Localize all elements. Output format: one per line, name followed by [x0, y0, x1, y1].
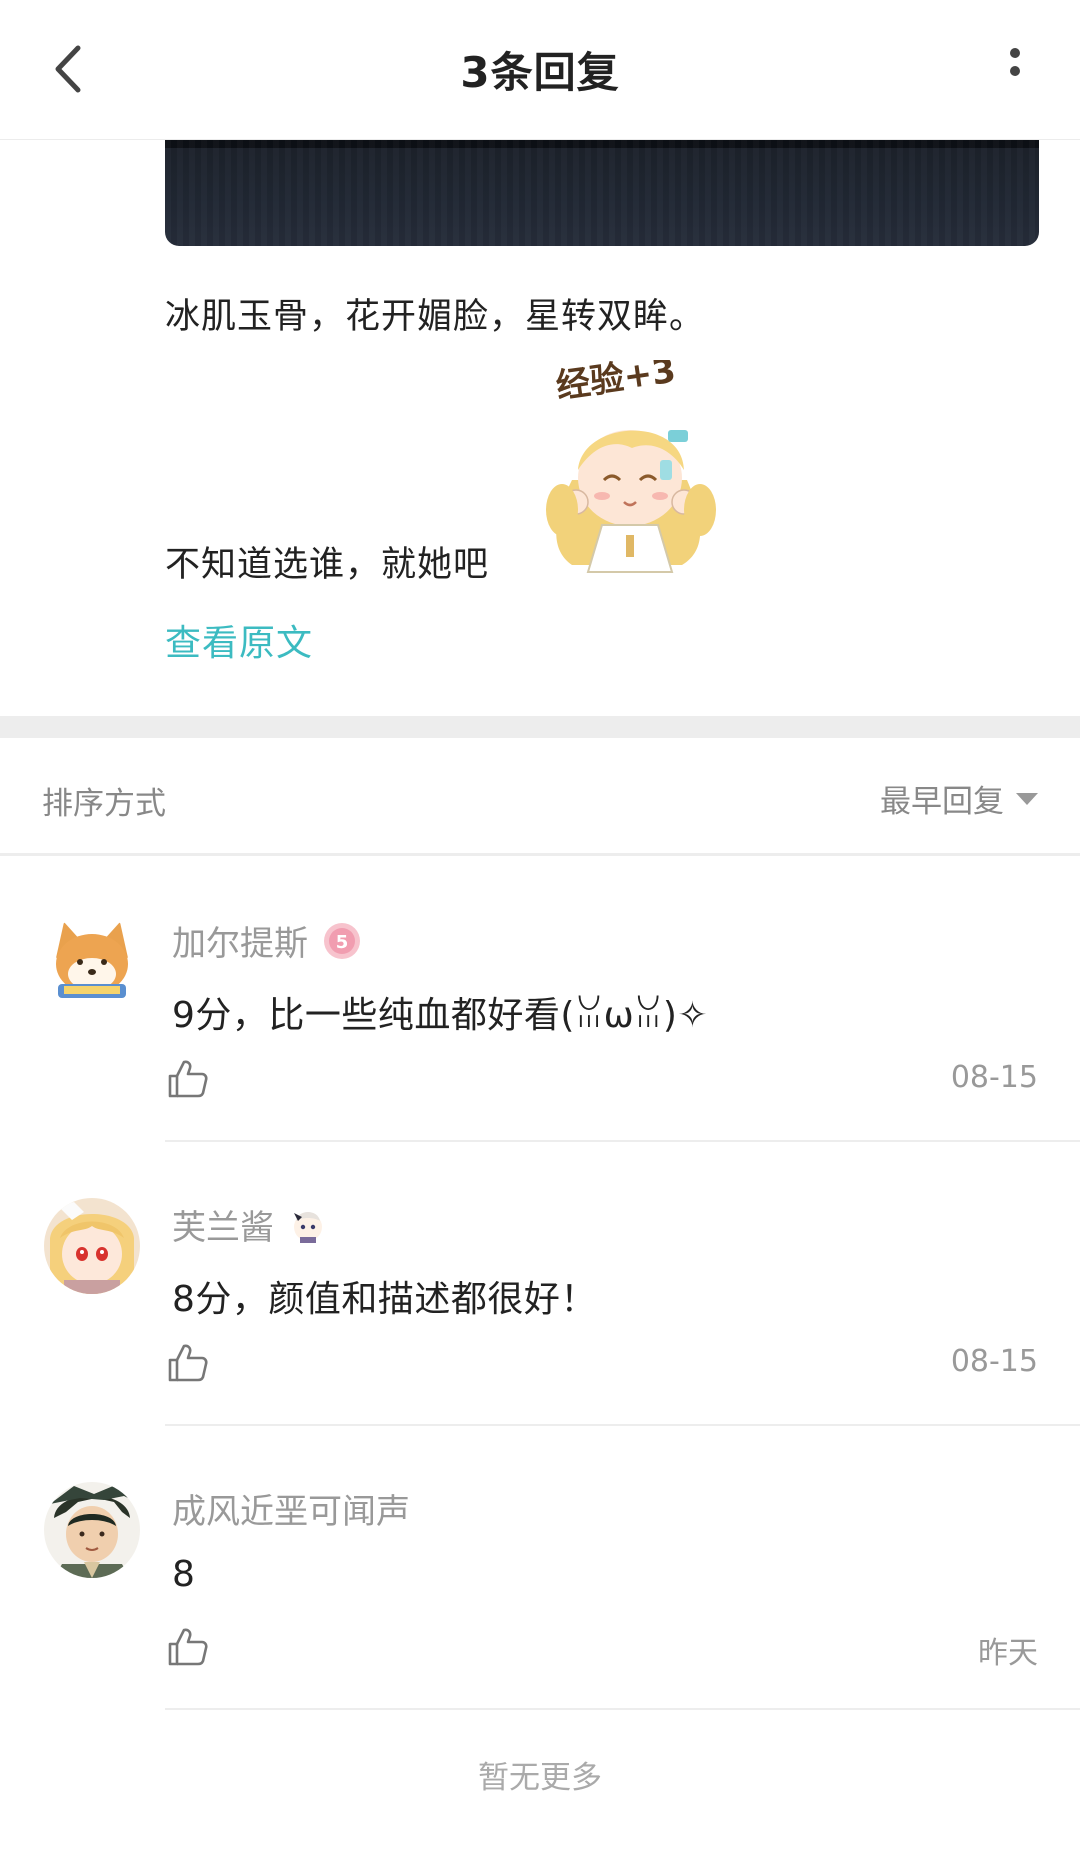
- level-badge-icon: 5: [324, 922, 360, 959]
- reply-date: 昨天: [978, 1636, 1038, 1671]
- post-text-line: 不知道选谁，就她吧: [165, 545, 490, 585]
- reply-content: 8分，颜值和描述都很好！: [172, 1279, 597, 1320]
- reply-item: 加尔提斯 5 9分，比一些纯血都好看(ꈍωꈍ)✧ 08-15: [0, 858, 1080, 1142]
- post-text-line: 冰肌玉骨，花开媚脸，星转双眸。: [165, 297, 706, 337]
- svg-text:5: 5: [336, 932, 349, 953]
- view-original-link[interactable]: 查看原文: [165, 614, 313, 666]
- avatar[interactable]: [44, 914, 140, 1010]
- caret-down-icon: [1016, 792, 1038, 805]
- username[interactable]: 加尔提斯: [172, 916, 308, 965]
- reply-item: 成风近垩可闻声 8 昨天: [0, 1426, 1080, 1710]
- reply-item: 芙兰酱 8分，颜值和描述都很好！ 08-15: [0, 1142, 1080, 1426]
- username[interactable]: 芙兰酱: [172, 1200, 274, 1249]
- page-title: 3条回复: [460, 48, 620, 97]
- thumbs-up-icon: [168, 1628, 208, 1666]
- row-divider: [165, 1708, 1080, 1710]
- sticker-label: 经验+3: [554, 360, 679, 407]
- like-button[interactable]: [166, 1624, 210, 1668]
- back-button[interactable]: [38, 34, 108, 104]
- chevron-left-icon: [55, 45, 81, 93]
- post-image[interactable]: [165, 140, 1039, 246]
- no-more-label: 暂无更多: [478, 1760, 602, 1796]
- thumbs-up-icon: [168, 1060, 208, 1098]
- section-divider: [0, 716, 1080, 738]
- like-button[interactable]: [166, 1340, 210, 1384]
- sort-order-dropdown[interactable]: 最早回复: [880, 776, 1038, 821]
- reply-content: 9分，比一些纯血都好看(ꈍωꈍ)✧: [172, 995, 709, 1036]
- more-options-button[interactable]: [980, 34, 1050, 104]
- username[interactable]: 成风近垩可闻声: [172, 1484, 410, 1533]
- reply-date: 08-15: [950, 1060, 1038, 1095]
- reply-detail-page: 3条回复 冰肌玉骨，花开媚脸，星转双眸。 经验+3 不知道选谁，就她吧 查看原文…: [0, 0, 1080, 1860]
- sort-label: 排序方式: [42, 786, 166, 822]
- paimon-badge-icon: [294, 1211, 322, 1243]
- avatar[interactable]: [44, 1198, 140, 1294]
- reply-date: 08-15: [950, 1344, 1038, 1379]
- reply-content: 8: [172, 1554, 196, 1595]
- like-button[interactable]: [166, 1056, 210, 1100]
- sort-bar: 排序方式 最早回复: [0, 738, 1080, 856]
- more-vertical-icon: [1010, 48, 1020, 76]
- exp-plus-3-sticker: 经验+3: [532, 351, 728, 582]
- top-bar: 3条回复: [0, 0, 1080, 140]
- thumbs-up-icon: [168, 1344, 208, 1382]
- sort-order-value: 最早回复: [880, 784, 1004, 820]
- avatar[interactable]: [44, 1482, 140, 1578]
